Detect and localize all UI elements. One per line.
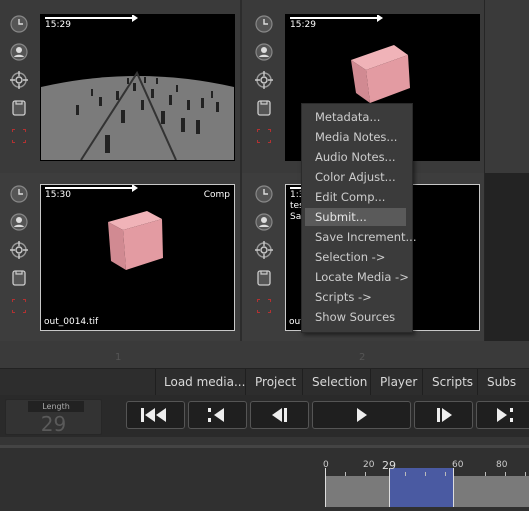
menu-bar: Load media... Project Selection Player S… [0,368,529,396]
timecode: 15:29 [45,20,71,30]
timeline-selection[interactable] [389,468,453,507]
menu-player[interactable]: Player [380,369,417,396]
menu-project[interactable]: Project [255,369,296,396]
skip-to-start-button[interactable] [126,401,185,429]
skip-to-start-icon [140,408,171,422]
playhead-line [45,185,138,192]
ruler-tick [365,472,366,476]
overlay-text: Sa [290,212,302,222]
playhead-line [290,15,383,22]
clock-icon[interactable] [9,184,29,204]
menu-item-selection[interactable]: Selection -> [305,248,406,266]
right-panel [484,0,529,368]
slot-number: 2 [359,352,366,363]
timecode: 15:29 [290,20,316,30]
target-icon[interactable] [9,70,29,90]
expand-icon[interactable] [254,126,274,146]
timeline-label: 20 [363,460,375,470]
play-icon [356,408,368,422]
menu-item-edit-comp[interactable]: Edit Comp... [305,188,406,206]
step-forward-icon [493,408,513,422]
person-icon[interactable] [9,212,29,232]
step-back-button[interactable] [188,401,247,429]
playhead-marker[interactable] [389,468,390,507]
transport-bar: Length 29 [0,395,529,437]
timeline-label: 60 [452,460,464,470]
length-value: 29 [40,412,67,436]
menu-item-show-sources[interactable]: Show Sources [305,308,406,326]
menu-separator [245,369,246,396]
media-thumbnail-1[interactable]: 15:29 [40,14,235,161]
clock-icon[interactable] [254,14,274,34]
frame-back-button[interactable] [250,401,309,429]
document-icon[interactable] [9,268,29,288]
person-icon[interactable] [254,212,274,232]
menu-separator [370,369,371,396]
frame-forward-button[interactable] [414,401,473,429]
menu-item-audio-notes[interactable]: Audio Notes... [305,148,406,166]
current-frame-label: 29 [382,459,396,472]
ruler-tick [505,472,506,476]
timeline-label: 80 [496,460,508,470]
target-icon[interactable] [254,240,274,260]
step-back-icon [207,408,228,422]
menu-separator [155,369,156,396]
ruler-tick [345,472,346,476]
person-icon[interactable] [254,42,274,62]
expand-icon[interactable] [254,296,274,316]
column-divider [240,0,242,368]
step-forward-button[interactable] [476,401,529,429]
expand-icon[interactable] [9,296,29,316]
timeline-start-marker [325,468,326,507]
menu-item-submit[interactable]: Submit... [305,208,406,226]
menu-scripts[interactable]: Scripts [432,369,473,396]
document-icon[interactable] [254,268,274,288]
filename-label: out_0014.tif [44,317,99,327]
menu-item-save-increment[interactable]: Save Increment... [305,228,416,246]
play-button[interactable] [312,401,411,429]
ruler-tick [485,472,486,476]
timecode: 15:30 [45,190,71,200]
target-icon[interactable] [254,70,274,90]
target-icon[interactable] [9,240,29,260]
playhead-line [45,15,138,22]
menu-item-locate-media[interactable]: Locate Media -> [305,268,409,286]
expand-icon[interactable] [9,126,29,146]
menu-separator [422,369,423,396]
slot-number-strip [0,341,529,368]
menu-item-scripts[interactable]: Scripts -> [305,288,406,306]
timeline-label: 0 [323,460,329,470]
timeline-gap [0,437,529,445]
ruler-tick [405,472,406,476]
ruler-tick [445,472,446,476]
menu-separator [477,369,478,396]
document-icon[interactable] [254,98,274,118]
slot-number: 1 [115,352,122,363]
menu-selection[interactable]: Selection [312,369,367,396]
length-label: Length [28,401,84,412]
menu-subs[interactable]: Subs [487,369,516,396]
comp-badge: Comp [203,190,230,200]
clock-icon[interactable] [254,184,274,204]
menu-item-color-adjust[interactable]: Color Adjust... [305,168,406,186]
context-menu: Metadata... Media Notes... Audio Notes..… [301,103,416,333]
length-display: Length 29 [5,399,102,436]
ruler-tick [525,472,526,476]
selection-end-marker[interactable] [453,468,454,507]
menu-item-media-notes[interactable]: Media Notes... [305,128,406,146]
menu-load-media[interactable]: Load media... [164,369,245,396]
frame-forward-icon [435,408,453,422]
cube-render-image [108,211,163,270]
crowd-scene-image [41,15,234,160]
person-icon[interactable] [9,42,29,62]
media-thumbnail-3[interactable]: 15:30 Comp out_0014.tif [40,184,235,331]
document-icon[interactable] [9,98,29,118]
ruler-tick [425,472,426,476]
frame-back-icon [271,408,289,422]
menu-separator [302,369,303,396]
clock-icon[interactable] [9,14,29,34]
menu-item-metadata[interactable]: Metadata... [305,108,406,126]
